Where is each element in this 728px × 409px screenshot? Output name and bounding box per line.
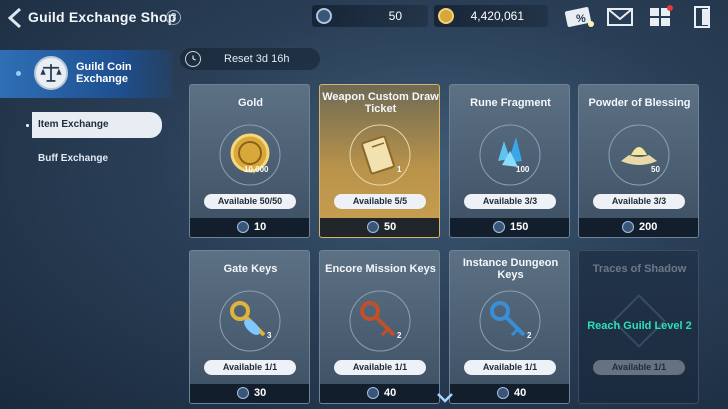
sidebar-item-buff-exchange[interactable]: Buff Exchange — [32, 146, 162, 172]
item-name: Instance Dungeon Keys — [462, 257, 559, 281]
guild-coin-icon — [622, 221, 634, 233]
gold-coin-icon — [438, 8, 454, 24]
price-bar: 30 — [190, 384, 309, 403]
mail-icon[interactable] — [606, 5, 634, 29]
price-bar: 40 — [450, 384, 569, 403]
shop-item-instance-dungeon-keys[interactable]: Instance Dungeon Keys 2 Available 1/1 40 — [449, 250, 570, 404]
shop-item-rune-fragment[interactable]: Rune Fragment 100 Available 3/3 150 — [449, 84, 570, 238]
item-price: 40 — [384, 387, 397, 399]
availability-badge: Available 3/3 — [464, 194, 556, 209]
clock-icon — [185, 51, 201, 67]
price-bar: 200 — [579, 218, 698, 237]
availability-badge: Available 1/1 — [464, 360, 556, 375]
guild-coin-icon — [367, 221, 379, 233]
lock-requirement: Reach Guild Level 2 — [587, 320, 692, 332]
menu-grid-icon[interactable] — [648, 5, 674, 29]
shop-item-traces-of-shadow[interactable]: Traces of Shadow Reach Guild Level 2 Ava… — [578, 250, 699, 404]
crystal-icon — [479, 124, 541, 186]
item-price: 50 — [384, 221, 397, 233]
item-price: 150 — [510, 221, 529, 233]
key-icon — [349, 290, 411, 352]
item-quantity: 1 — [397, 165, 402, 174]
active-indicator — [16, 71, 21, 76]
guild-coin-icon — [497, 387, 509, 399]
item-name: Encore Mission Keys — [325, 263, 436, 275]
item-quantity: 50 — [651, 165, 660, 174]
shop-item-weapon-custom-draw-ticket[interactable]: Weapon Custom Draw Ticket 1 Available 5/… — [319, 84, 440, 238]
availability-badge: Available 1/1 — [334, 360, 426, 375]
guild-coin-icon — [237, 221, 249, 233]
ticket-icon — [349, 124, 411, 186]
shop-item-gold[interactable]: Gold 10,000 Available 50/50 10 — [189, 84, 310, 238]
item-price: 10 — [254, 221, 267, 233]
gold-coin-icon — [219, 124, 281, 186]
key-icon — [219, 290, 281, 352]
price-bar: 10 — [190, 218, 309, 237]
reset-timer: Reset 3d 16h — [180, 48, 320, 70]
item-name: Traces of Shadow — [592, 263, 687, 275]
item-quantity: 10,000 — [244, 165, 269, 174]
shop-item-gate-keys[interactable]: Gate Keys 3 Available 1/1 30 — [189, 250, 310, 404]
category-guild-coin-exchange[interactable]: Guild Coin Exchange — [0, 50, 172, 98]
item-name: Gate Keys — [223, 263, 278, 275]
exit-icon[interactable] — [692, 5, 714, 29]
guild-coin-icon — [316, 8, 332, 24]
availability-badge: Available 3/3 — [593, 194, 685, 209]
item-name: Weapon Custom Draw Ticket — [322, 91, 439, 115]
item-price: 200 — [639, 221, 658, 233]
key-icon — [479, 290, 541, 352]
scales-icon — [34, 56, 68, 90]
sidebar: Guild Coin Exchange Item Exchange Buff E… — [0, 50, 180, 409]
availability-badge: Available 5/5 — [334, 194, 426, 209]
item-name: Gold — [237, 97, 264, 109]
item-quantity: 2 — [527, 331, 532, 340]
availability-badge: Available 50/50 — [204, 194, 296, 209]
item-quantity: 2 — [397, 331, 402, 340]
help-icon[interactable]: ? — [166, 10, 181, 25]
price-bar: 40 — [320, 384, 439, 403]
price-bar: 150 — [450, 218, 569, 237]
top-bar: Guild Exchange Shop ? 50 4,420,061 % — [0, 0, 728, 36]
shop-item-powder-of-blessing[interactable]: Powder of Blessing 50 Available 3/3 200 — [578, 84, 699, 238]
price-bar: 50 — [320, 218, 439, 237]
coupon-icon[interactable]: % — [562, 5, 596, 29]
guild-coin-icon — [367, 387, 379, 399]
shop-item-encore-mission-keys[interactable]: Encore Mission Keys 2 Available 1/1 40 — [319, 250, 440, 404]
category-label: Guild Coin Exchange — [76, 61, 132, 85]
scroll-down-icon[interactable] — [436, 392, 454, 404]
item-name: Powder of Blessing — [588, 97, 691, 109]
availability-badge: Available 1/1 — [204, 360, 296, 375]
page-title: Guild Exchange Shop — [28, 9, 177, 25]
guild-coin-amount: 50 — [388, 9, 402, 23]
svg-text:%: % — [576, 13, 586, 25]
guild-coin-counter: 50 — [312, 5, 428, 27]
powder-icon — [608, 124, 670, 186]
sidebar-item-item-exchange[interactable]: Item Exchange — [32, 112, 162, 138]
reset-label: Reset 3d 16h — [224, 53, 290, 65]
item-price: 30 — [254, 387, 267, 399]
gold-amount: 4,420,061 — [470, 9, 524, 23]
item-quantity: 3 — [267, 331, 272, 340]
active-bullet — [26, 124, 29, 127]
back-arrow-icon[interactable] — [6, 7, 24, 29]
item-name: Rune Fragment — [470, 97, 551, 109]
gold-counter: 4,420,061 — [434, 5, 548, 27]
guild-coin-icon — [493, 221, 505, 233]
guild-coin-icon — [237, 387, 249, 399]
item-price: 40 — [514, 387, 527, 399]
availability-badge: Available 1/1 — [593, 360, 685, 375]
item-quantity: 100 — [516, 165, 530, 174]
